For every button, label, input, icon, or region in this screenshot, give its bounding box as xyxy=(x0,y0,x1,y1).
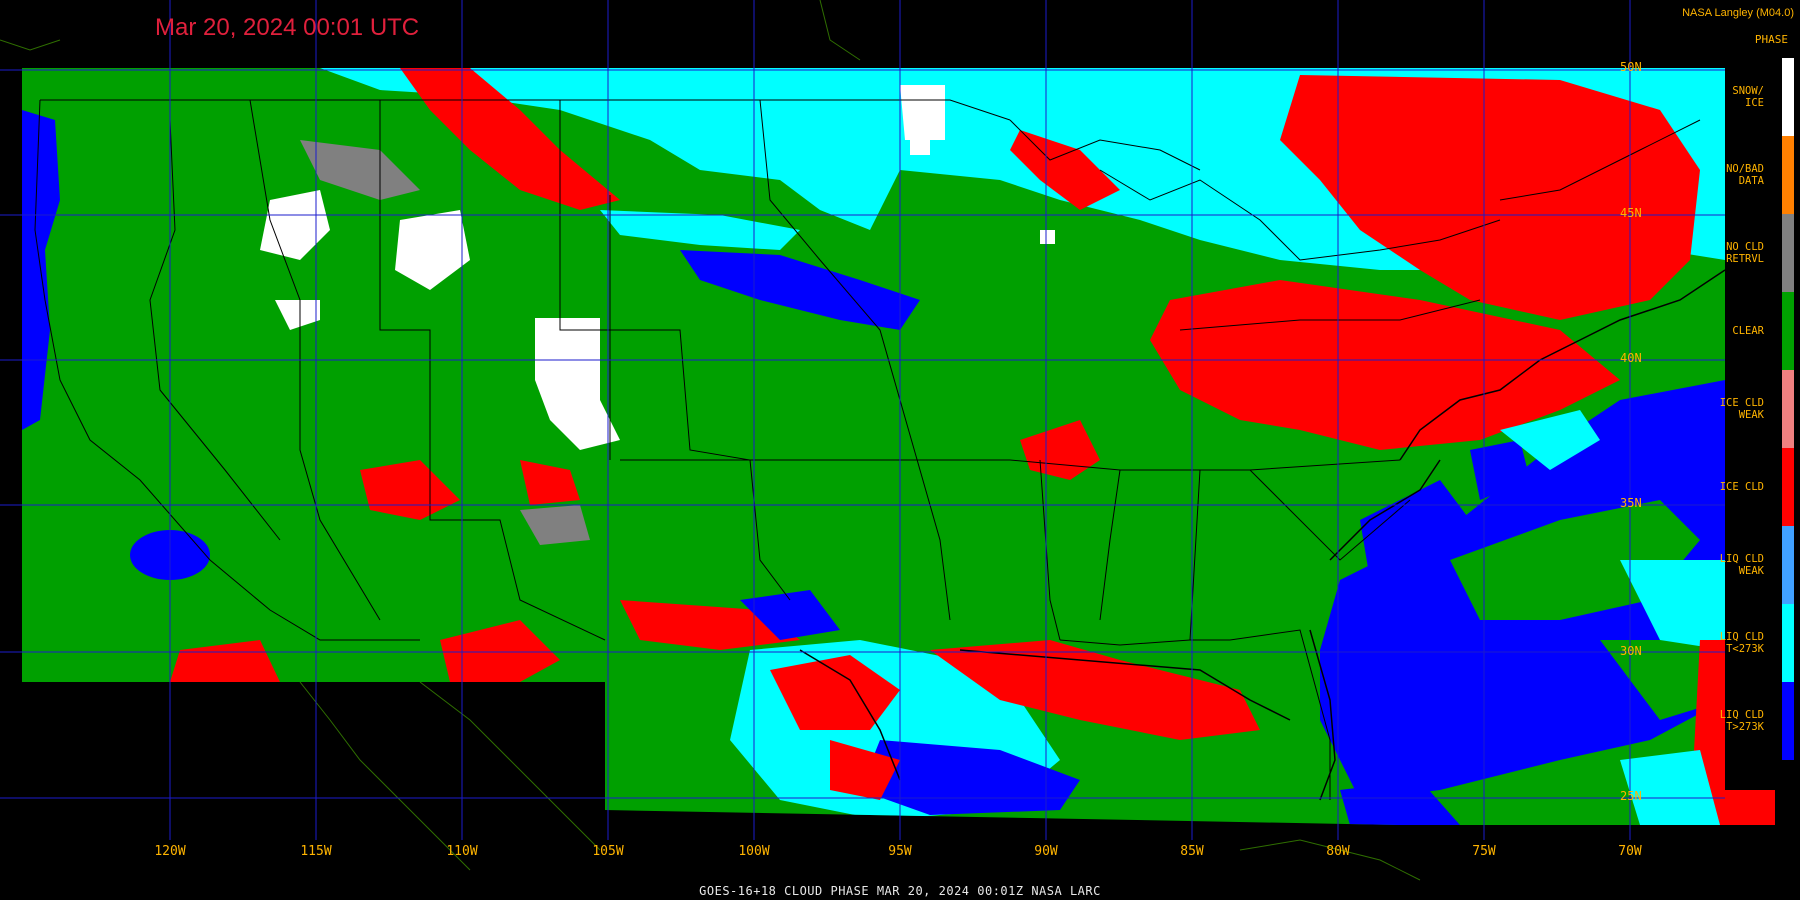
legend-label-no-cld-retrvl: NO CLD RETRVL xyxy=(1726,241,1764,265)
legend-label-liq-cld-warm: LIQ CLD T>273K xyxy=(1719,709,1764,733)
lat-label: 30N xyxy=(1620,644,1642,658)
legend-label-liq-cld-cold: LIQ CLD T<273K xyxy=(1719,631,1764,655)
legend-label-ice-cld: ICE CLD xyxy=(1719,481,1764,493)
legend-swatch-no-bad-data xyxy=(1782,136,1794,214)
legend-swatch-liq-cld-cold xyxy=(1782,604,1794,682)
legend-label-no-bad-data: NO/BAD DATA xyxy=(1726,163,1764,187)
legend-label-clear: CLEAR xyxy=(1732,325,1764,337)
lon-label: 105W xyxy=(592,844,624,859)
legend-label-ice-cld-weak: ICE CLD WEAK xyxy=(1719,397,1764,421)
legend-swatch-snow-ice xyxy=(1782,58,1794,136)
legend-swatch-ice-cld xyxy=(1782,448,1794,526)
lon-label: 115W xyxy=(300,844,332,859)
lon-label: 70W xyxy=(1618,844,1642,859)
legend-title: PHASE xyxy=(1754,33,1788,46)
lon-label: 110W xyxy=(446,844,478,859)
lon-label: 100W xyxy=(738,844,770,859)
lon-label: 90W xyxy=(1034,844,1058,859)
lat-label: 45N xyxy=(1620,206,1642,220)
lon-label: 75W xyxy=(1472,844,1496,859)
lat-label: 40N xyxy=(1620,351,1642,365)
lat-label: 50N xyxy=(1620,60,1642,74)
lat-label: 35N xyxy=(1620,496,1642,510)
legend-label-snow-ice: SNOW/ ICE xyxy=(1732,85,1764,109)
cloud-phase-map xyxy=(0,0,1775,881)
legend-label-liq-cld-weak: LIQ CLD WEAK xyxy=(1719,553,1764,577)
legend-swatch-liq-cld-weak xyxy=(1782,526,1794,604)
lon-label: 85W xyxy=(1180,844,1204,859)
provider-label: NASA Langley (M04.0) xyxy=(1682,7,1794,19)
map-footer: GOES-16+18 CLOUD PHASE MAR 20, 2024 00:0… xyxy=(699,884,1101,898)
legend-swatch-clear xyxy=(1782,292,1794,370)
legend-swatch-liq-cld-warm xyxy=(1782,682,1794,760)
legend-swatch-no-cld-retrvl xyxy=(1782,214,1794,292)
map-timestamp: Mar 20, 2024 00:01 UTC xyxy=(155,14,420,41)
lon-label: 120W xyxy=(154,844,186,859)
lon-label: 95W xyxy=(888,844,912,859)
legend-swatch-ice-cld-weak xyxy=(1782,370,1794,448)
lat-label: 25N xyxy=(1620,789,1642,803)
lon-label: 80W xyxy=(1326,844,1350,859)
